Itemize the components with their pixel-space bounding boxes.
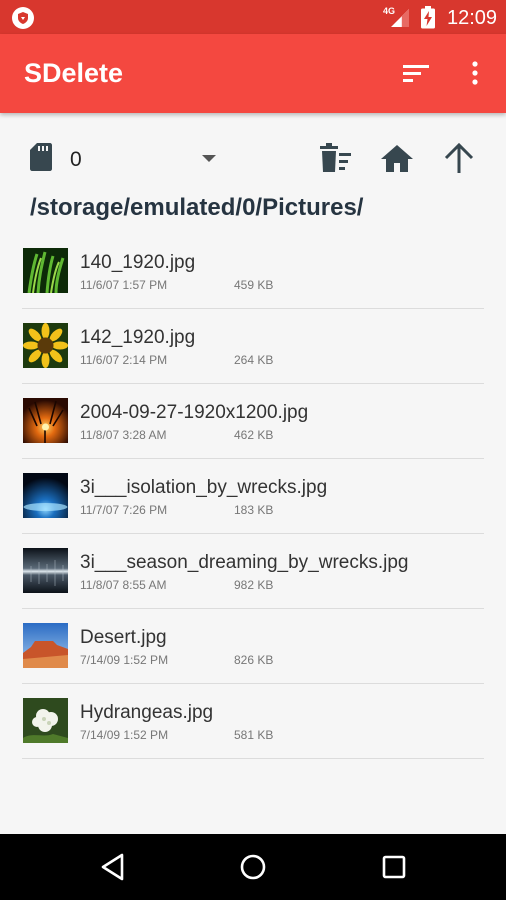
file-size: 581 KB xyxy=(234,728,274,742)
file-date: 7/14/09 1:52 PM xyxy=(80,728,169,742)
home-button[interactable] xyxy=(377,139,417,179)
file-date: 11/8/07 3:28 AM xyxy=(80,428,167,442)
file-name: 140_1920.jpg xyxy=(80,252,196,273)
file-row[interactable]: 2004-09-27-1920x1200.jpg 11/8/07 3:28 AM… xyxy=(22,384,484,459)
file-size: 982 KB xyxy=(234,578,274,592)
sort-button[interactable] xyxy=(400,56,434,90)
file-list: 140_1920.jpg 11/6/07 1:57 PM 459 KB 142_… xyxy=(22,234,484,759)
file-date: 11/6/07 1:57 PM xyxy=(80,278,168,292)
file-row[interactable]: 3i___season_dreaming_by_wrecks.jpg 11/8/… xyxy=(22,534,484,609)
recents-button[interactable] xyxy=(374,847,414,887)
more-vert-icon xyxy=(472,61,478,85)
dropdown-arrow-icon xyxy=(202,155,216,162)
arrow-up-icon xyxy=(444,142,474,173)
back-icon xyxy=(101,853,124,881)
file-row[interactable]: 3i___isolation_by_wrecks.jpg 11/7/07 7:2… xyxy=(22,459,484,534)
file-date: 11/6/07 2:14 PM xyxy=(80,353,168,367)
storage-toolbar: 0 xyxy=(0,113,506,199)
file-size: 183 KB xyxy=(234,503,274,517)
status-bar: 4G 12:09 xyxy=(0,0,506,34)
file-name: 3i___season_dreaming_by_wrecks.jpg xyxy=(80,552,409,573)
file-date: 11/7/07 7:26 PM xyxy=(80,503,168,517)
app-bar: SDelete xyxy=(0,34,506,113)
more-options-button[interactable] xyxy=(462,56,488,90)
sort-icon xyxy=(403,65,429,82)
file-name: 2004-09-27-1920x1200.jpg xyxy=(80,402,309,423)
file-name: Desert.jpg xyxy=(80,627,167,648)
file-date: 11/8/07 8:55 AM xyxy=(80,578,167,592)
file-size: 462 KB xyxy=(234,428,274,442)
sd-card-icon xyxy=(30,143,52,171)
delete-sweep-icon xyxy=(320,143,351,172)
file-row[interactable]: 142_1920.jpg 11/6/07 2:14 PM 264 KB xyxy=(22,309,484,384)
file-size: 826 KB xyxy=(234,653,274,667)
parent-folder-button[interactable] xyxy=(439,139,479,179)
home-icon xyxy=(381,145,413,172)
image-thumbnail xyxy=(23,548,68,593)
file-row[interactable]: Hydrangeas.jpg 7/14/09 1:52 PM 581 KB xyxy=(22,684,484,759)
file-name: 3i___isolation_by_wrecks.jpg xyxy=(80,477,328,498)
shield-notification-icon xyxy=(12,7,34,29)
image-thumbnail xyxy=(23,248,68,293)
file-row[interactable]: 140_1920.jpg 11/6/07 1:57 PM 459 KB xyxy=(22,234,484,309)
image-thumbnail xyxy=(23,698,68,743)
status-clock: 12:09 xyxy=(447,7,498,29)
app-title: SDelete xyxy=(24,58,124,88)
file-size: 264 KB xyxy=(234,353,274,367)
storage-dropdown[interactable]: 0 xyxy=(68,145,228,175)
delete-sweep-button[interactable] xyxy=(314,139,354,179)
current-path: /storage/emulated/0/Pictures/ xyxy=(30,194,364,221)
back-button[interactable] xyxy=(94,847,134,887)
file-size: 459 KB xyxy=(234,278,274,292)
file-row[interactable]: Desert.jpg 7/14/09 1:52 PM 826 KB xyxy=(22,609,484,684)
home-nav-button[interactable] xyxy=(233,847,273,887)
recents-icon xyxy=(382,855,406,879)
home-circle-icon xyxy=(240,854,266,880)
image-thumbnail xyxy=(23,398,68,443)
image-thumbnail xyxy=(23,623,68,668)
image-thumbnail xyxy=(23,473,68,518)
file-name: Hydrangeas.jpg xyxy=(80,702,214,723)
system-nav-bar xyxy=(0,834,506,900)
file-name: 142_1920.jpg xyxy=(80,327,196,348)
image-thumbnail xyxy=(23,323,68,368)
file-date: 7/14/09 1:52 PM xyxy=(80,653,169,667)
network-type-label: 4G xyxy=(383,6,396,16)
storage-selected-value: 0 xyxy=(70,148,82,171)
battery-charging-icon xyxy=(421,6,435,29)
